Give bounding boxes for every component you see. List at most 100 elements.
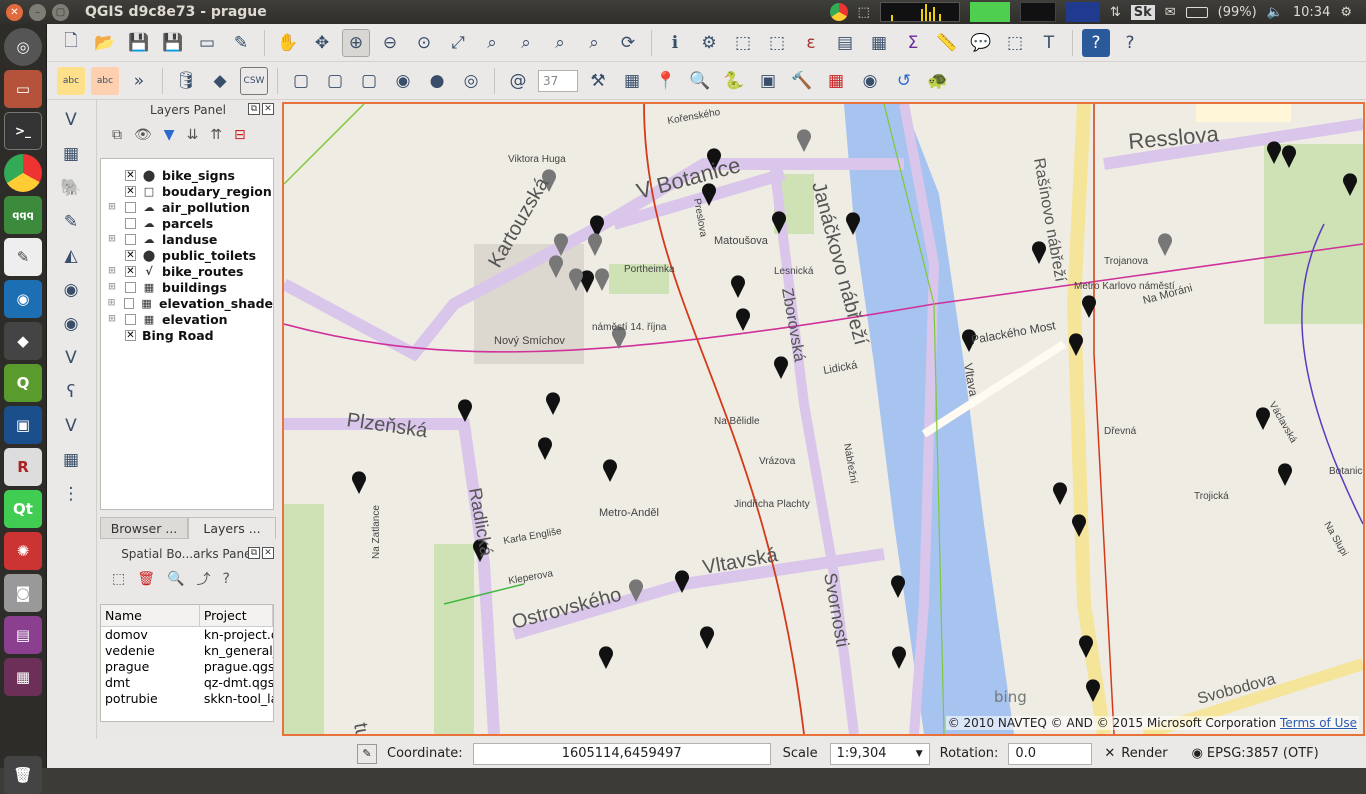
trash-icon[interactable]: 🗑 [4, 756, 42, 794]
sk-indicator[interactable]: Sk [1130, 4, 1155, 20]
plugin-color-icon[interactable]: ▣ [754, 67, 782, 95]
visibility-icon[interactable]: 👁 [134, 127, 152, 143]
settings-icon[interactable]: ◙ [4, 574, 42, 612]
snap-icon-1[interactable]: ▢ [287, 67, 315, 95]
bookmark-row[interactable]: domov kn-project.q [101, 627, 273, 643]
layer-visibility-checkbox[interactable]: ✕ [125, 265, 136, 277]
coordinate-field[interactable]: 1605114,6459497 [472, 742, 771, 765]
plugin-grid-icon[interactable]: ▦ [618, 67, 646, 95]
zoom-full-icon[interactable]: ⤢ [444, 29, 472, 57]
spiral-icon[interactable]: @ [504, 67, 532, 95]
turtle-icon[interactable]: 🐢 [924, 67, 952, 95]
chrome-icon[interactable] [4, 154, 42, 192]
apps-icon[interactable]: ▤ [4, 616, 42, 654]
layer-visibility-checkbox[interactable] [125, 201, 136, 213]
spreadsheet-icon[interactable]: qqq [4, 196, 42, 234]
mail-icon[interactable]: ✉ [1165, 5, 1176, 20]
gimp-icon[interactable]: ✺ [4, 532, 42, 570]
bookmark-row[interactable]: prague prague.qgs [101, 659, 273, 675]
label-abc-red-icon[interactable]: abc [91, 66, 119, 95]
identify-icon[interactable]: ℹ [661, 29, 689, 57]
layer-item[interactable]: ⊞ ▦ elevation [101, 311, 273, 327]
search-icon[interactable]: 🔍 [686, 67, 714, 95]
composer-manager-icon[interactable]: ✎ [227, 29, 255, 57]
pin-icon[interactable]: 📍 [652, 67, 680, 95]
save-as-icon[interactable]: 💾 [159, 29, 187, 57]
network-icon[interactable]: ◉ [4, 280, 42, 318]
zoom-next-icon[interactable]: ⌕ [580, 29, 608, 57]
terminal-icon[interactable]: >_ [4, 112, 42, 150]
terms-of-use-link[interactable]: Terms of Use [1280, 716, 1357, 730]
flag-icon[interactable]: ▦ [822, 67, 850, 95]
annotation-icon[interactable]: 💬 [967, 29, 995, 57]
zoom-bookmark-icon[interactable]: 🔍 [167, 571, 184, 587]
hammer-icon[interactable]: 🔨 [788, 67, 816, 95]
add-vector-icon[interactable]: V [57, 106, 85, 134]
zoom-last-icon[interactable]: ⌕ [546, 29, 574, 57]
layer-visibility-checkbox[interactable]: ✕ [125, 169, 136, 181]
refresh-icon[interactable]: ⟳ [614, 29, 642, 57]
add-wcs-icon[interactable]: ◉ [57, 276, 85, 304]
new-bookmark-icon[interactable]: ⬚ [112, 571, 125, 587]
snap-icon-5[interactable]: ● [423, 67, 451, 95]
bookmark-row[interactable]: potrubie skkn-tool_la [101, 691, 273, 707]
layer-visibility-checkbox[interactable] [125, 313, 136, 325]
zoom-layer-icon[interactable]: ⌕ [512, 29, 540, 57]
layer-item[interactable]: ⊞ ✕ √ bike_routes [101, 263, 273, 279]
close-bookmarks-button[interactable]: ✕ [262, 547, 274, 559]
snap-icon-6[interactable]: ◎ [457, 67, 485, 95]
layer-item[interactable]: ⊞ ▦ buildings [101, 279, 273, 295]
dash-home-icon[interactable]: ◎ [4, 28, 42, 66]
layer-visibility-checkbox[interactable]: ✕ [125, 329, 136, 341]
crs-globe-icon[interactable]: ◉ [1192, 746, 1203, 761]
layer-visibility-checkbox[interactable] [124, 297, 135, 309]
maximize-window-button[interactable]: ▢ [52, 3, 69, 21]
expand-icon[interactable]: ⊞ [107, 202, 117, 212]
expand-icon[interactable]: ⊞ [107, 234, 117, 244]
layer-visibility-checkbox[interactable] [125, 217, 136, 229]
layer-item[interactable]: ✕ ⬤ public_toilets [101, 247, 273, 263]
scale-combo[interactable]: 1:9,304 ▼ [829, 742, 930, 765]
help-icon[interactable]: ? [1082, 28, 1110, 57]
float-bookmarks-button[interactable]: ⧉ [248, 547, 260, 559]
column-name[interactable]: Name [101, 605, 200, 626]
chrome-tray-icon[interactable] [829, 3, 848, 21]
tab-browser[interactable]: Browser ... [100, 517, 188, 539]
snap-icon-2[interactable]: ▢ [321, 67, 349, 95]
remove-layer-icon[interactable]: ⊟ [234, 127, 246, 143]
filter-icon[interactable]: ▼ [164, 127, 175, 143]
workspace-icon[interactable]: ▦ [4, 658, 42, 696]
layer-item[interactable]: ⊞ ☁ landuse [101, 231, 273, 247]
add-postgis-icon[interactable]: 🐘 [57, 174, 85, 202]
help-bookmark-icon[interactable]: ? [222, 571, 229, 587]
r-icon[interactable]: R [4, 448, 42, 486]
statistics-icon[interactable]: Σ [899, 29, 927, 57]
text-annotation-icon[interactable]: ⬚ [1001, 29, 1029, 57]
add-virtual-icon[interactable]: ▦ [57, 446, 85, 474]
overflow-chevron-icon[interactable]: » [125, 67, 153, 95]
add-raster-icon[interactable]: ▦ [57, 140, 85, 168]
label-abc-icon[interactable]: abc [57, 66, 85, 95]
bookmark-row[interactable]: vedenie kn_general_ [101, 643, 273, 659]
add-group-icon[interactable]: ⧉ [112, 127, 122, 143]
label-tool-icon[interactable]: T [1035, 29, 1063, 57]
tab-layers[interactable]: Layers ... [188, 517, 276, 539]
action-icon[interactable]: ⚙ [695, 29, 723, 57]
sync-tray-icon[interactable]: ⬚ [858, 5, 870, 20]
attribute-table-icon[interactable]: ▤ [831, 29, 859, 57]
snap-icon-4[interactable]: ◉ [389, 67, 417, 95]
collapse-all-icon[interactable]: ⇈ [210, 127, 222, 143]
new-project-icon[interactable]: 🗋 [57, 29, 85, 57]
text-editor-icon[interactable]: ✎ [4, 238, 42, 276]
measure-icon[interactable]: 📏 [933, 29, 961, 57]
volume-icon[interactable]: 🔈 [1267, 5, 1283, 20]
close-panel-button[interactable]: ✕ [262, 103, 274, 115]
files-icon[interactable]: ▭ [4, 70, 42, 108]
pan-icon[interactable]: ✋ [274, 29, 302, 57]
expand-all-icon[interactable]: ⇊ [187, 127, 199, 143]
crs-label[interactable]: EPSG:3857 (OTF) [1207, 746, 1319, 761]
snap-icon-3[interactable]: ▢ [355, 67, 383, 95]
layer-item[interactable]: ⊞ ▦ elevation_shade [101, 295, 273, 311]
gear-icon[interactable]: ⚙ [1340, 5, 1352, 20]
add-gpx-icon[interactable]: ʕ [57, 378, 85, 406]
